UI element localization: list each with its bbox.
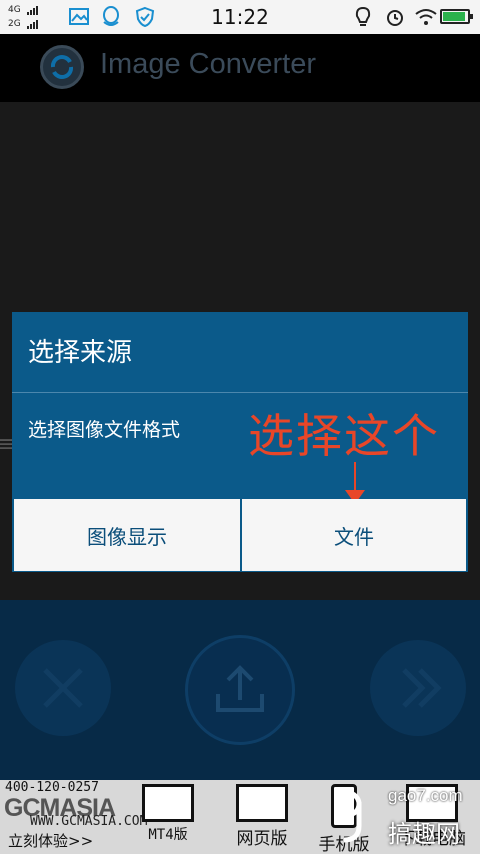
battery-icon xyxy=(440,9,473,24)
menu-icon: ≡ xyxy=(0,432,15,457)
bulb-icon xyxy=(355,6,371,26)
battery-fill xyxy=(443,12,466,21)
ad-item-label: MT4版 xyxy=(148,827,188,843)
watermark-name: 搞趣网 xyxy=(388,820,460,848)
annotation-text: 选择这个 xyxy=(248,409,440,463)
alarm-icon xyxy=(387,10,403,26)
upload-icon xyxy=(216,665,264,712)
image-display-button[interactable]: 图像显示 xyxy=(14,499,240,571)
watermark-site: gao7.com xyxy=(388,786,463,805)
ad-item-label: 网页版 xyxy=(236,829,288,849)
source-dialog: 选择来源 选择图像文件格式 选择这个 图像显示 文件 xyxy=(12,312,468,572)
app-bar: Image Converter xyxy=(0,34,480,102)
ad-phone: 400-120-0257 xyxy=(5,780,99,795)
dialog-message: 选择图像文件格式 xyxy=(28,419,181,441)
bottom-controls xyxy=(0,600,480,780)
cancel-button[interactable] xyxy=(15,640,111,736)
upload-button[interactable] xyxy=(185,635,295,745)
wifi-icon xyxy=(415,9,437,25)
annotation-arrow xyxy=(354,462,356,492)
laptop-icon xyxy=(236,784,288,822)
monitor-icon xyxy=(142,784,194,822)
dialog-divider xyxy=(12,392,468,393)
app-title: Image Converter xyxy=(100,48,316,80)
status-bar: 4G 2G 11:22 xyxy=(0,0,480,34)
clock: 11:22 xyxy=(211,5,269,29)
watermark-logo-icon xyxy=(334,790,362,843)
ad-item-web[interactable]: 网页版 xyxy=(222,784,302,849)
ad-item-mt4[interactable]: MT4版 xyxy=(128,784,208,844)
refresh-icon xyxy=(40,45,84,89)
ad-cta[interactable]: 立刻体验>> xyxy=(8,830,93,851)
file-button[interactable]: 文件 xyxy=(242,499,466,571)
dialog-title: 选择来源 xyxy=(28,338,133,368)
next-icon xyxy=(402,668,442,708)
next-button[interactable] xyxy=(370,640,466,736)
close-icon xyxy=(43,668,83,708)
